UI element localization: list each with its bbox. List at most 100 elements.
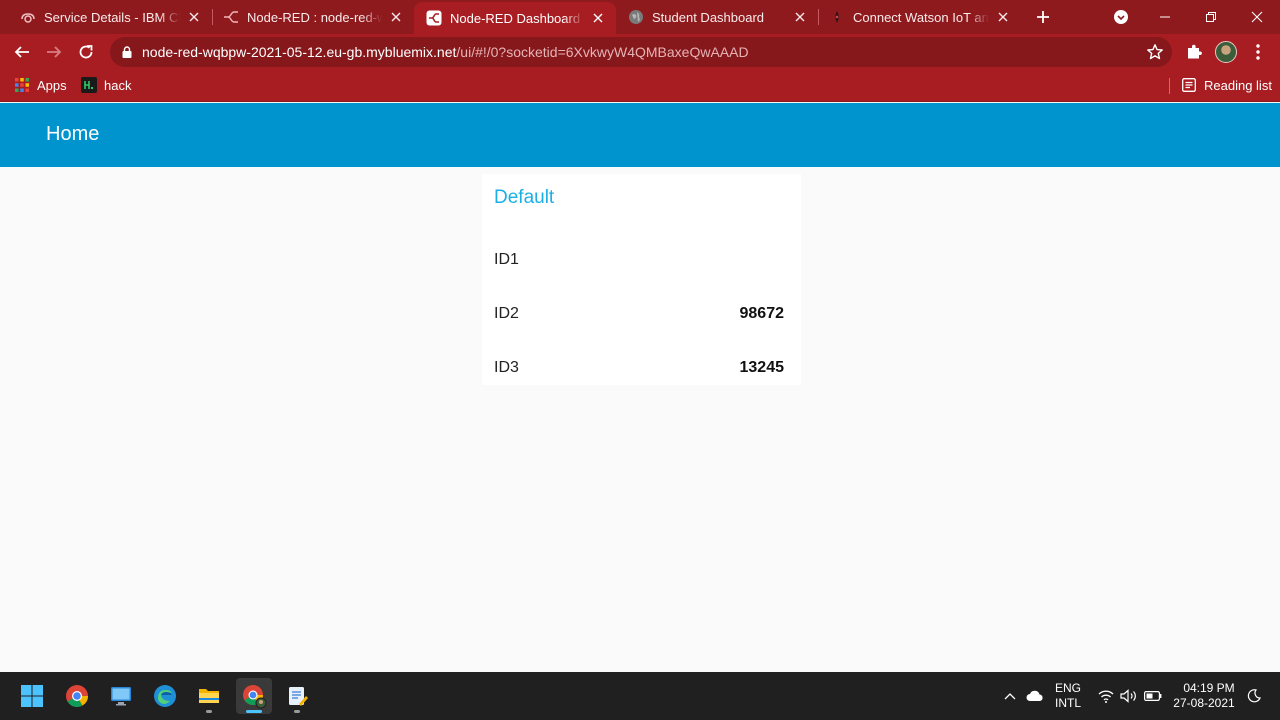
dashboard-toolbar: Home xyxy=(0,103,1280,167)
tab-node-red-dashboard[interactable]: Node-RED Dashboard xyxy=(414,2,616,34)
tab-connect-watson[interactable]: Connect Watson IoT and Node-RED xyxy=(819,0,1021,34)
close-icon[interactable] xyxy=(186,9,202,25)
close-icon[interactable] xyxy=(995,9,1011,25)
bookmarks-bar: Apps hack Reading list xyxy=(0,70,1280,102)
globe-icon xyxy=(628,9,644,25)
wifi-icon xyxy=(1098,690,1114,703)
taskbar-chrome-profile[interactable] xyxy=(236,678,272,714)
tab-search-button[interactable] xyxy=(1110,6,1132,28)
profile-button[interactable] xyxy=(1212,38,1240,66)
back-button[interactable] xyxy=(8,38,36,66)
chevron-down-icon xyxy=(1114,10,1128,24)
bookmarks-separator xyxy=(1169,78,1170,94)
page-title: Home xyxy=(46,123,100,145)
speaker-icon xyxy=(1120,689,1136,703)
minimize-button[interactable] xyxy=(1142,0,1188,34)
bookmark-star-icon[interactable] xyxy=(1146,43,1164,61)
language-indicator[interactable]: ENG INTL xyxy=(1050,672,1086,720)
edge-icon xyxy=(154,685,176,707)
windows-start-icon xyxy=(21,685,43,707)
widget-value: 13245 xyxy=(739,359,785,376)
file-explorer-icon xyxy=(199,689,219,703)
desktop-icon xyxy=(111,687,131,706)
clock-time: 04:19 PM xyxy=(1183,681,1235,695)
text-widget-id3: ID3 13245 xyxy=(494,353,784,383)
tab-title: Node-RED Dashboard xyxy=(450,10,581,26)
bookmark-label: hack xyxy=(104,77,132,93)
more-vertical-icon xyxy=(1256,44,1260,60)
close-icon[interactable] xyxy=(590,10,606,26)
forward-button[interactable] xyxy=(40,38,68,66)
bookmark-apps[interactable]: Apps xyxy=(14,70,67,100)
apps-grid-icon xyxy=(14,77,30,93)
battery-button[interactable] xyxy=(1142,672,1164,720)
node-red-dashboard-icon xyxy=(426,10,442,26)
node-red-icon xyxy=(223,9,239,25)
battery-icon xyxy=(1144,691,1162,701)
url-path: /ui/#!/0?socketid=6XvkwyW4QMBaxeQwAAAD xyxy=(456,44,749,60)
taskbar-edge[interactable] xyxy=(147,678,183,714)
close-window-button[interactable] xyxy=(1234,0,1280,34)
arrow-left-icon xyxy=(14,46,29,58)
cloud-icon xyxy=(1026,690,1043,701)
tab-service-details[interactable]: Service Details - IBM Cloud xyxy=(0,0,212,34)
reload-icon xyxy=(79,45,93,59)
restore-icon xyxy=(1206,12,1216,22)
reading-list-label: Reading list xyxy=(1204,77,1272,93)
close-icon[interactable] xyxy=(388,9,404,25)
group-card: Default ID1 ID2 98672 ID3 13245 xyxy=(482,174,801,385)
puzzle-icon xyxy=(1188,44,1202,59)
moon-icon xyxy=(1247,689,1261,703)
network-button[interactable] xyxy=(1096,672,1116,720)
chevron-up-icon xyxy=(1004,693,1016,700)
taskbar-notepad[interactable] xyxy=(279,678,315,714)
hackerrank-icon xyxy=(81,77,97,93)
volume-button[interactable] xyxy=(1119,672,1139,720)
restore-button[interactable] xyxy=(1188,0,1234,34)
reading-list-button[interactable]: Reading list xyxy=(1181,70,1272,100)
taskbar-file-explorer[interactable] xyxy=(191,678,227,714)
window-controls xyxy=(1142,0,1280,34)
text-widget-id1: ID1 xyxy=(494,245,784,275)
tab-student-dashboard[interactable]: Student Dashboard xyxy=(616,0,818,34)
url-host: node-red-wqbpw-2021-05-12.eu-gb.mybluemi… xyxy=(142,44,457,60)
show-hidden-icons-button[interactable] xyxy=(1000,672,1020,720)
avatar xyxy=(1215,41,1237,63)
extensions-button[interactable] xyxy=(1180,38,1208,66)
ibm-cloud-icon xyxy=(20,9,36,25)
onedrive-button[interactable] xyxy=(1023,672,1047,720)
reload-button[interactable] xyxy=(72,38,100,66)
clock-date: 27-08-2021 xyxy=(1173,696,1235,710)
taskbar-chrome[interactable] xyxy=(59,678,95,714)
group-title: Default xyxy=(494,187,555,208)
arrow-right-icon xyxy=(47,46,62,58)
widget-label: ID2 xyxy=(494,305,519,322)
keyboard-layout: INTL xyxy=(1054,696,1081,710)
clock-button[interactable]: 04:19 PM 27-08-2021 xyxy=(1170,672,1238,720)
browser-menu-button[interactable] xyxy=(1244,38,1272,66)
widget-label: ID1 xyxy=(494,251,519,268)
tab-title: Service Details - IBM Cloud xyxy=(44,9,180,25)
tab-title: Connect Watson IoT and Node-RED xyxy=(853,9,989,25)
watson-icon xyxy=(829,9,845,25)
close-icon xyxy=(1251,11,1263,23)
bookmark-hack[interactable]: hack xyxy=(81,70,131,100)
start-button[interactable] xyxy=(14,678,50,714)
plus-icon xyxy=(1037,11,1049,23)
notifications-button[interactable] xyxy=(1244,672,1264,720)
chrome-profile-icon xyxy=(243,685,267,709)
minimize-icon xyxy=(1160,16,1170,18)
close-icon[interactable] xyxy=(792,9,808,25)
new-tab-button[interactable] xyxy=(1031,5,1055,29)
taskbar-desktop[interactable] xyxy=(103,678,139,714)
notepad-icon xyxy=(289,687,308,706)
url-text: node-red-wqbpw-2021-05-12.eu-gb.mybluemi… xyxy=(142,44,749,60)
widget-label: ID3 xyxy=(494,359,519,376)
active-indicator xyxy=(246,710,262,713)
widget-value: 98672 xyxy=(739,305,785,322)
tab-title: Student Dashboard xyxy=(652,9,765,25)
tab-node-red-editor[interactable]: Node-RED : node-red-wqbpw xyxy=(213,0,414,34)
browser-tab-strip: Service Details - IBM Cloud Node-RED : n… xyxy=(0,0,1280,34)
browser-toolbar: node-red-wqbpw-2021-05-12.eu-gb.mybluemi… xyxy=(0,34,1280,70)
address-bar[interactable]: node-red-wqbpw-2021-05-12.eu-gb.mybluemi… xyxy=(110,37,1172,67)
